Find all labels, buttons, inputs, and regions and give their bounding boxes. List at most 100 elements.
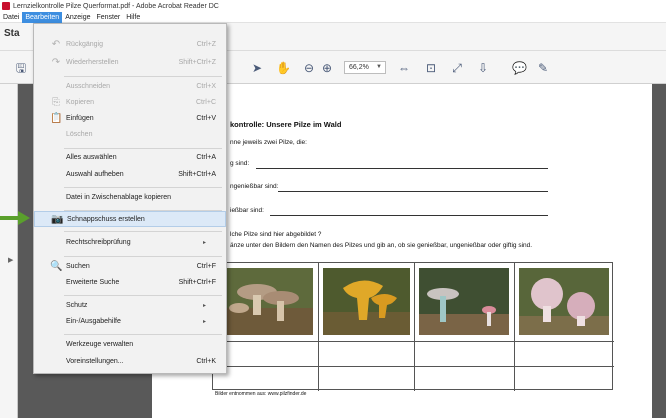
menu-item-label: Rückgängig: [66, 41, 103, 48]
paste-icon: 📋: [50, 113, 63, 124]
menu-separator: [64, 148, 222, 149]
answer-line: [256, 168, 548, 169]
menu-item-advanced-search[interactable]: Erweiterte Suche Shift+Ctrl+F: [34, 275, 226, 291]
undo-icon: ↶: [51, 39, 61, 50]
doc-title: kontrolle: Unsere Pilze im Wald: [230, 120, 342, 129]
menu-item-label: Ein-/Ausgabehilfe: [66, 318, 121, 325]
submenu-arrow-icon: ▸: [202, 303, 206, 309]
menu-item-redo[interactable]: ↷ Wiederherstellen Shift+Ctrl+Z: [34, 55, 226, 71]
menu-item-label: Rechtschreibprüfung: [66, 239, 131, 246]
menu-item-shortcut: Ctrl+C: [195, 99, 216, 106]
doc-line-2-label: ngenießbar sind:: [230, 183, 279, 190]
menu-item-shortcut: Ctrl+X: [196, 83, 216, 90]
menu-item-label: Auswahl aufheben: [66, 171, 124, 178]
menu-item-paste[interactable]: 📋 Einfügen Ctrl+V: [34, 111, 226, 127]
menu-fenster[interactable]: Fenster: [94, 12, 124, 23]
doc-line-1-label: g sind:: [230, 160, 250, 167]
menu-item-label: Einfügen: [66, 115, 94, 122]
table-divider: [213, 366, 614, 367]
mushroom-photo-1: [219, 268, 313, 335]
zoom-value: 66,2%: [349, 64, 369, 71]
menu-separator: [64, 295, 222, 296]
menu-item-select-all[interactable]: Alles auswählen Ctrl+A: [34, 150, 226, 166]
menu-item-accessibility[interactable]: Ein-/Ausgabehilfe ▸: [34, 314, 226, 330]
zoom-dropdown[interactable]: 66,2% ▼: [344, 61, 386, 74]
redo-icon: ↷: [51, 57, 61, 68]
menu-item-label: Wiederherstellen: [66, 59, 119, 66]
menu-item-shortcut: Ctrl+A: [196, 154, 216, 161]
menu-item-shortcut: Ctrl+F: [196, 263, 216, 270]
expand-pane-icon[interactable]: ▶: [8, 256, 13, 264]
mushroom-photo-4: [519, 268, 609, 335]
green-arrow-icon: [0, 211, 30, 225]
answer-line: [270, 215, 548, 216]
acrobat-app-icon: [2, 2, 10, 10]
table-divider: [514, 263, 515, 391]
menu-item-deselect[interactable]: Auswahl aufheben Shift+Ctrl+A: [34, 167, 226, 183]
camera-icon: 📷: [51, 214, 64, 225]
zoom-out-icon[interactable]: ⊖: [302, 61, 316, 75]
hand-tool-icon[interactable]: ✋: [276, 61, 291, 75]
menu-item-shortcut: Ctrl+V: [196, 115, 216, 122]
menu-item-label: Schnappschuss erstellen: [67, 216, 145, 223]
menu-item-shortcut: Shift+Ctrl+A: [178, 171, 216, 178]
zoom-in-icon[interactable]: ⊕: [320, 61, 334, 75]
menu-separator: [64, 334, 222, 335]
download-icon[interactable]: ⇩: [476, 61, 490, 75]
menu-item-protection[interactable]: Schutz ▸: [34, 298, 226, 314]
window-title: Lernzielkontrolle Pilze Querformat.pdf -…: [13, 2, 219, 10]
menu-item-copy[interactable]: ⎘ Kopieren Ctrl+C: [34, 95, 226, 111]
fit-page-icon[interactable]: ⊡: [424, 61, 438, 75]
pen-icon[interactable]: ✎: [536, 61, 550, 75]
menu-item-snapshot[interactable]: 📷 Schnappschuss erstellen: [34, 211, 226, 227]
select-pointer-icon[interactable]: ➤: [250, 61, 264, 75]
chevron-down-icon: ▼: [376, 64, 382, 70]
table-divider: [213, 341, 614, 342]
menu-item-label: Erweiterte Suche: [66, 279, 120, 286]
menu-separator: [64, 76, 222, 77]
submenu-arrow-icon: ▸: [202, 240, 206, 246]
submenu-arrow-icon: ▸: [202, 319, 206, 325]
menu-item-manage-tools[interactable]: Werkzeuge verwalten: [34, 337, 226, 353]
menu-anzeige[interactable]: Anzeige: [62, 12, 93, 23]
doc-question-2-instructions: änze unter den Bildern den Namen des Pil…: [230, 242, 533, 249]
menu-item-search[interactable]: 🔍 Suchen Ctrl+F: [34, 259, 226, 275]
menu-item-label: Datei in Zwischenablage kopieren: [66, 194, 172, 201]
menu-item-label: Schutz: [66, 302, 88, 309]
menu-item-preferences[interactable]: Voreinstellungen... Ctrl+K: [34, 354, 226, 370]
menu-item-copy-file-to-clipboard[interactable]: Datei in Zwischenablage kopieren: [34, 190, 226, 206]
menu-datei[interactable]: Datei: [0, 12, 22, 23]
table-divider: [318, 263, 319, 391]
table-divider: [414, 263, 415, 391]
answer-line: [278, 191, 548, 192]
copy-icon: ⎘: [52, 97, 60, 108]
menu-item-shortcut: Shift+Ctrl+Z: [178, 59, 216, 66]
comment-icon[interactable]: 💬: [512, 61, 527, 75]
mushroom-photo-3: [419, 268, 509, 335]
save-icon[interactable]: 🖫: [14, 61, 28, 75]
menu-separator: [64, 256, 222, 257]
menu-item-label: Ausschneiden: [66, 83, 110, 90]
full-screen-icon[interactable]: ⤢: [450, 61, 464, 75]
mushroom-photo-2: [323, 268, 410, 335]
menu-item-spellcheck[interactable]: Rechtschreibprüfung ▸: [34, 235, 226, 251]
doc-question-2: lche Pilze sind hier abgebildet ?: [230, 231, 322, 238]
menu-item-delete[interactable]: Löschen: [34, 127, 226, 143]
doc-line-3-label: ießbar sind:: [230, 207, 264, 214]
menu-item-label: Löschen: [66, 131, 93, 138]
menu-item-shortcut: Ctrl+K: [196, 358, 216, 365]
fit-width-icon[interactable]: ⇔: [397, 61, 411, 75]
menu-item-label: Suchen: [66, 263, 90, 270]
title-bar: Lernzielkontrolle Pilze Querformat.pdf -…: [0, 0, 666, 12]
menu-item-cut[interactable]: Ausschneiden Ctrl+X: [34, 79, 226, 95]
search-icon: 🔍: [50, 261, 63, 272]
menu-item-shortcut: Shift+Ctrl+F: [178, 279, 216, 286]
menu-item-undo[interactable]: ↶ Rückgängig Ctrl+Z: [34, 37, 226, 53]
menu-separator: [64, 187, 222, 188]
menu-bearbeiten[interactable]: Bearbeiten: [22, 11, 63, 23]
menu-hilfe[interactable]: Hilfe: [123, 12, 143, 23]
image-credit: Bilder entnommen aus: www.pilzfinder.de: [215, 391, 307, 397]
menu-item-label: Werkzeuge verwalten: [66, 341, 134, 348]
tab-start[interactable]: Sta: [4, 28, 20, 39]
menu-separator: [64, 231, 222, 232]
